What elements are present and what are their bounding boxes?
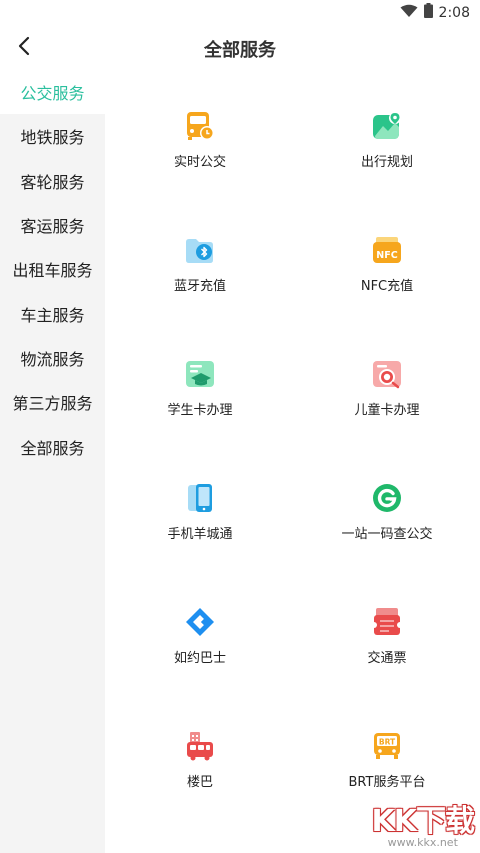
service-realtime-bus[interactable]: 实时公交 (125, 110, 275, 180)
service-label: 手机羊城通 (167, 527, 233, 542)
service-label: 实时公交 (173, 155, 226, 170)
service-nfc-topup[interactable]: NFC NFC充值 (312, 234, 462, 304)
nfc-wallet-icon: NFC (371, 234, 403, 266)
watermark: KK下载 www.kkx.net (372, 796, 475, 849)
sidebar-item-ferry[interactable]: 客轮服务 (0, 159, 105, 203)
phone-icon (184, 482, 216, 514)
service-label: BRT服务平台 (348, 775, 426, 790)
sidebar-item-logistics[interactable]: 物流服务 (0, 336, 105, 380)
service-station-code[interactable]: 一站一码查公交 (312, 482, 462, 552)
service-label: 出行规划 (360, 155, 413, 170)
service-trip-planning[interactable]: 出行规划 (312, 110, 462, 180)
child-card-icon (371, 358, 403, 390)
sidebar-item-metro[interactable]: 地铁服务 (0, 114, 105, 158)
graduation-card-icon (184, 358, 216, 390)
service-label: 一站一码查公交 (341, 527, 433, 542)
sidebar-item-taxi[interactable]: 出租车服务 (0, 247, 105, 291)
g-circle-icon (371, 482, 403, 514)
service-label: 学生卡办理 (167, 403, 233, 418)
service-label: 如约巴士 (173, 651, 226, 666)
watermark-logo: KK下载 (371, 804, 475, 839)
wifi-icon (400, 4, 418, 22)
map-pin-icon (371, 110, 403, 142)
service-grid: 实时公交 出行规划 蓝牙充值 NFC NFC充值 学生卡办理 儿童卡办理 手机羊… (105, 70, 480, 853)
service-mobile-yct[interactable]: 手机羊城通 (125, 482, 275, 552)
status-icons: 2:08 (400, 3, 470, 22)
building-bus-icon (184, 730, 216, 762)
service-brt-platform[interactable]: BRT BRT服务平台 (312, 730, 462, 800)
service-label: 蓝牙充值 (173, 279, 226, 294)
svg-text:NFC: NFC (376, 250, 397, 261)
service-label: 楼巴 (186, 775, 213, 790)
sidebar-item-bus[interactable]: 公交服务 (0, 70, 105, 115)
svg-text:BRT: BRT (379, 738, 396, 747)
diamond-logo-icon (184, 606, 216, 638)
service-bluetooth-topup[interactable]: 蓝牙充值 (125, 234, 275, 304)
status-time: 2:08 (438, 4, 470, 21)
service-child-card[interactable]: 儿童卡办理 (312, 358, 462, 428)
sidebar-item-all[interactable]: 全部服务 (0, 424, 105, 468)
status-bar: 2:08 (0, 0, 480, 26)
brt-bus-icon: BRT (371, 730, 403, 762)
service-label: 交通票 (367, 651, 407, 666)
battery-icon (423, 3, 433, 22)
service-student-card[interactable]: 学生卡办理 (125, 358, 275, 428)
service-building-bus[interactable]: 楼巴 (125, 730, 275, 800)
page-title: 全部服务 (204, 40, 276, 61)
ticket-icon (371, 606, 403, 638)
sidebar-item-car-owner[interactable]: 车主服务 (0, 291, 105, 335)
bus-icon (184, 110, 216, 142)
service-transit-ticket[interactable]: 交通票 (312, 606, 462, 676)
sidebar-item-coach[interactable]: 客运服务 (0, 203, 105, 247)
bluetooth-folder-icon (184, 234, 216, 266)
service-label: 儿童卡办理 (354, 403, 420, 418)
sidebar: 公交服务 地铁服务 客轮服务 客运服务 出租车服务 车主服务 物流服务 第三方服… (0, 70, 105, 853)
service-label: NFC充值 (360, 279, 414, 294)
sidebar-item-third-party[interactable]: 第三方服务 (0, 380, 105, 424)
header: 全部服务 (0, 26, 480, 70)
service-ruyue-bus[interactable]: 如约巴士 (125, 606, 275, 676)
